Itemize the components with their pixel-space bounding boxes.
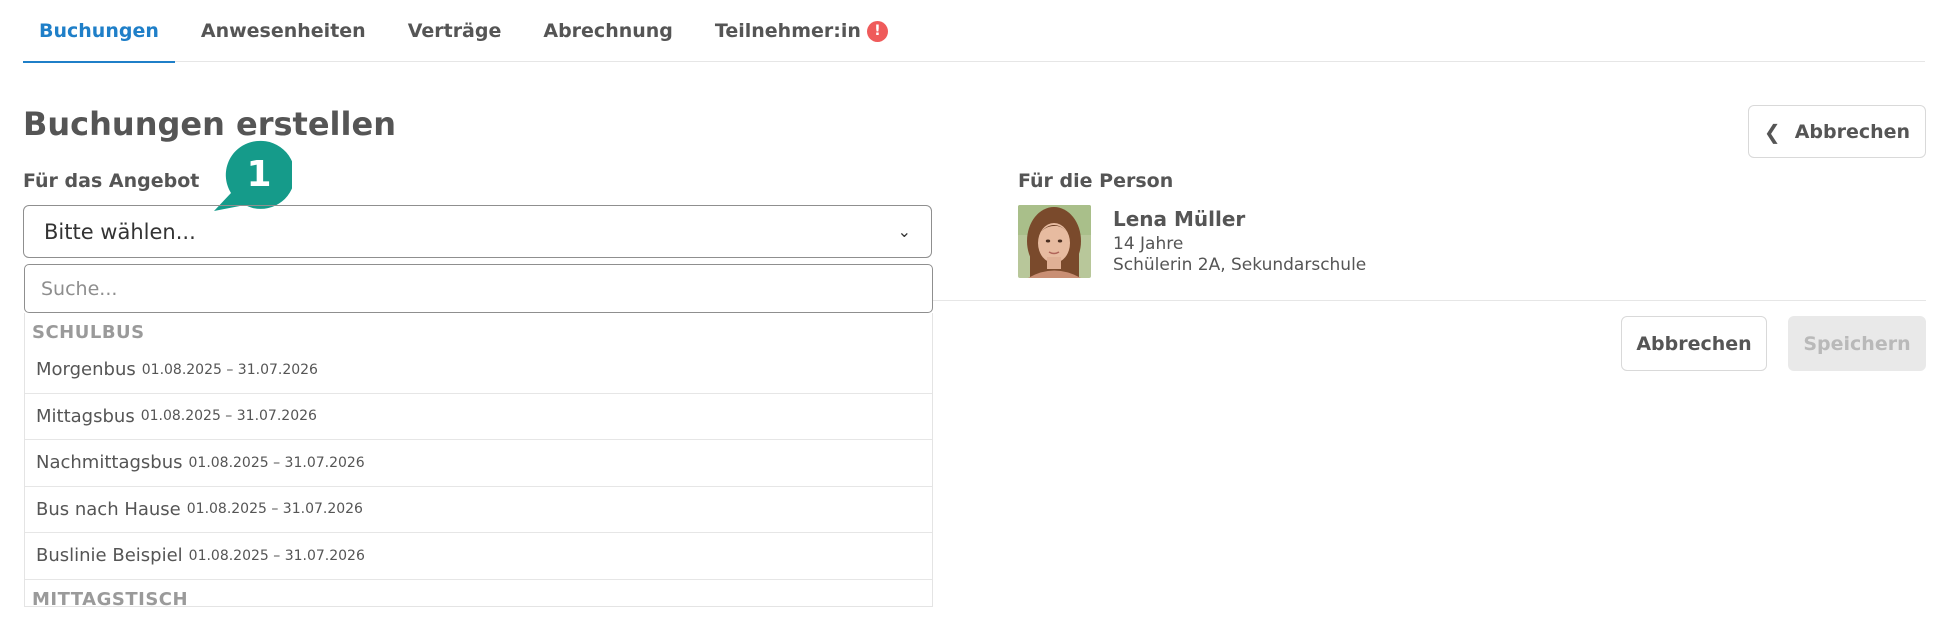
save-label: Speichern (1803, 332, 1911, 355)
option-name: Morgenbus (36, 359, 136, 381)
option-mittagsbus[interactable]: Mittagsbus 01.08.2025 – 31.07.2026 (25, 394, 932, 440)
option-name: Bus nach Hause (36, 498, 181, 520)
step-number: 1 (246, 153, 272, 195)
option-dates: 01.08.2025 – 31.07.2026 (141, 361, 318, 378)
step-badge: 1 (212, 139, 292, 211)
option-name: Mittagsbus (36, 405, 135, 427)
tab-abrechnung[interactable]: Abrechnung (527, 0, 689, 62)
tab-label: Verträge (407, 20, 502, 42)
person-name: Lena Müller (1113, 207, 1246, 231)
tab-label: Teilnehmer:in (714, 20, 861, 42)
person-school: Schülerin 2A, Sekundarschule (1113, 255, 1367, 275)
option-dates: 01.08.2025 – 31.07.2026 (140, 408, 317, 425)
option-dates: 01.08.2025 – 31.07.2026 (188, 454, 365, 471)
person-card: Lena Müller 14 Jahre Schülerin 2A, Sekun… (1018, 205, 1366, 278)
person-photo (1018, 205, 1091, 278)
header-cancel-button[interactable]: ❮ Abbrechen (1748, 105, 1926, 158)
person-age: 14 Jahre (1113, 234, 1184, 254)
section-divider (933, 300, 1926, 301)
header-cancel-label: Abbrechen (1794, 120, 1911, 143)
person-label: Für die Person (1018, 170, 1174, 192)
tab-label: Buchungen (39, 20, 159, 42)
offer-dropdown-list: SCHULBUS Morgenbus 01.08.2025 – 31.07.20… (24, 313, 933, 607)
avatar (1018, 205, 1091, 278)
save-button[interactable]: Speichern (1788, 316, 1926, 371)
option-dates: 01.08.2025 – 31.07.2026 (186, 501, 363, 518)
option-nachmittagsbus[interactable]: Nachmittagsbus 01.08.2025 – 31.07.2026 (25, 440, 932, 487)
option-morgenbus[interactable]: Morgenbus 01.08.2025 – 31.07.2026 (25, 347, 932, 394)
option-buslinie-beispiel[interactable]: Buslinie Beispiel 01.08.2025 – 31.07.202… (25, 533, 932, 580)
option-bus-nach-hause[interactable]: Bus nach Hause 01.08.2025 – 31.07.2026 (25, 487, 932, 533)
person-info: Lena Müller 14 Jahre Schülerin 2A, Sekun… (1113, 205, 1366, 278)
alert-badge: ! (866, 20, 888, 42)
offer-label: Für das Angebot (23, 170, 200, 192)
tab-bar: Buchungen Anwesenheiten Verträge Abrechn… (23, 0, 1925, 63)
offer-select[interactable]: Bitte wählen... ⌄ (23, 205, 932, 258)
page-title: Buchungen erstellen (23, 105, 396, 143)
offer-search-input[interactable] (24, 264, 933, 313)
tab-vertraege[interactable]: Verträge (392, 0, 518, 62)
offer-select-value: Bitte wählen... (44, 219, 196, 244)
option-name: Nachmittagsbus (36, 452, 183, 474)
cancel-label: Abbrechen (1636, 332, 1752, 355)
group-header-schulbus: SCHULBUS (32, 322, 145, 343)
option-name: Buslinie Beispiel (36, 545, 183, 567)
tab-teilnehmer[interactable]: Teilnehmer:in ! (699, 0, 904, 62)
chevron-left-icon: ❮ (1763, 119, 1781, 144)
group-header-mittagstisch: MITTAGSTISCH (32, 588, 189, 607)
tab-anwesenheiten[interactable]: Anwesenheiten (185, 0, 382, 62)
tab-label: Anwesenheiten (200, 20, 366, 42)
tab-buchungen[interactable]: Buchungen (23, 0, 175, 63)
option-dates: 01.08.2025 – 31.07.2026 (188, 547, 365, 564)
tab-label: Abrechnung (543, 20, 673, 42)
chevron-down-icon: ⌄ (897, 222, 911, 241)
cancel-button[interactable]: Abbrechen (1621, 316, 1767, 371)
